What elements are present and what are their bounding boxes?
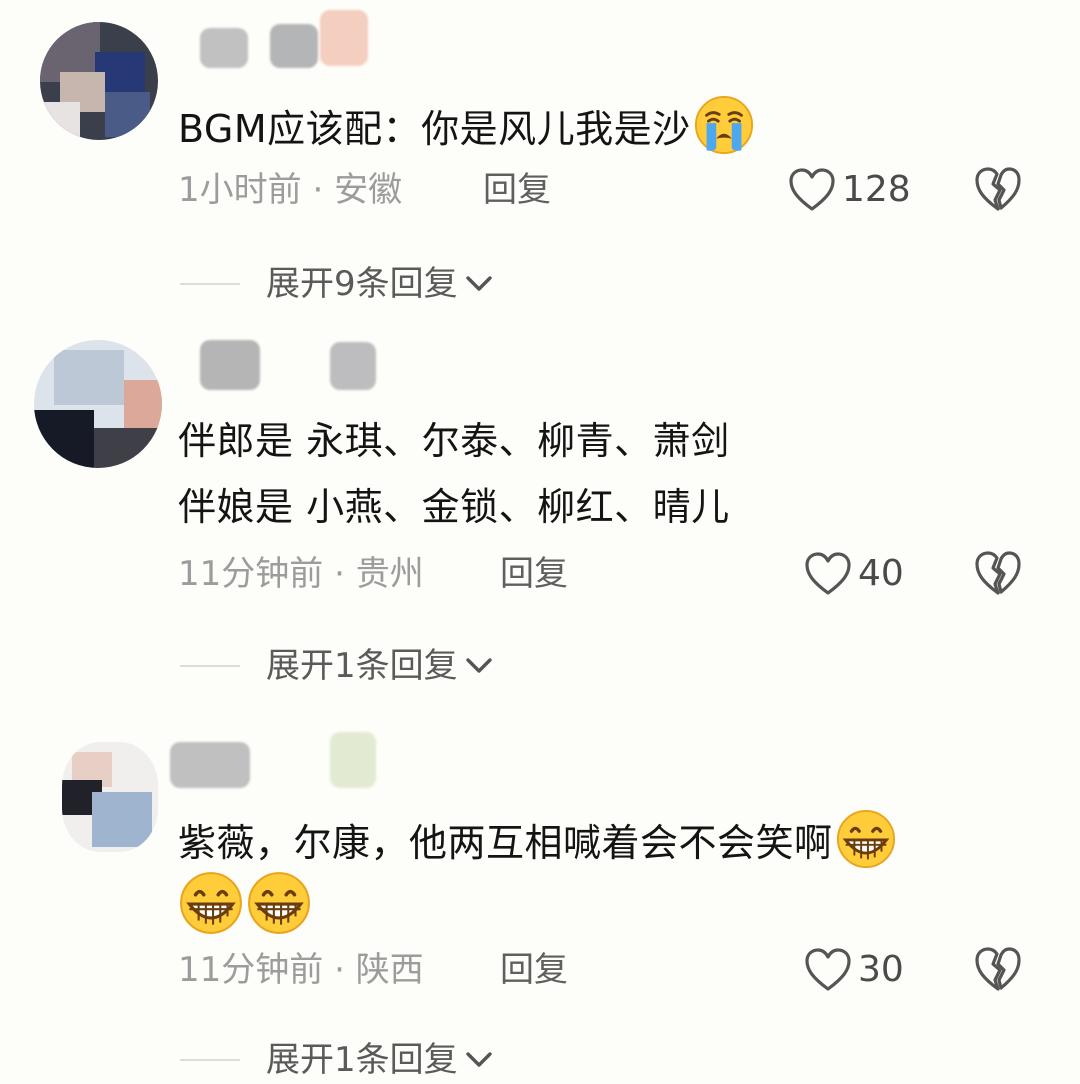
- comment-time: 1小时前: [178, 170, 302, 210]
- expand-replies-label: 展开1条回复: [266, 646, 458, 686]
- heart-outline-icon: [788, 168, 836, 212]
- divider-line: [180, 283, 240, 285]
- meta-separator: ·: [334, 950, 345, 990]
- comment-location: 安徽: [334, 170, 403, 210]
- grinning-face-emoji-icon: [835, 808, 897, 870]
- like-button[interactable]: 40: [804, 550, 904, 598]
- comment-text: 伴郎是 永琪、尔泰、柳青、萧剑: [178, 416, 730, 466]
- avatar[interactable]: [40, 22, 158, 140]
- chevron-down-icon: [464, 655, 494, 677]
- expand-replies-button[interactable]: 展开9条回复: [180, 260, 494, 308]
- broken-heart-icon[interactable]: [974, 550, 1022, 596]
- reply-button[interactable]: 回复: [500, 552, 568, 596]
- meta-separator: ·: [334, 554, 345, 594]
- chevron-down-icon: [464, 273, 494, 295]
- like-button[interactable]: 128: [788, 166, 911, 214]
- comment-text: 伴娘是 小燕、金锁、柳红、晴儿: [178, 482, 730, 532]
- divider-line: [180, 665, 240, 667]
- heart-outline-icon: [804, 552, 852, 596]
- expand-replies-label: 展开9条回复: [266, 264, 458, 304]
- comment-item-1: BGM应该配：你是风儿我是沙 1小时前 · 安徽 回复 128 展开9条回复: [0, 0, 1080, 320]
- broken-heart-icon[interactable]: [974, 946, 1022, 992]
- broken-heart-icon[interactable]: [974, 166, 1022, 212]
- comment-text-line: 伴娘是 小燕、金锁、柳红、晴儿: [178, 485, 730, 529]
- username[interactable]: [170, 732, 380, 792]
- grinning-face-emoji-icon: [246, 870, 312, 936]
- comment-item-2: 伴郎是 永琪、尔泰、柳青、萧剑 伴娘是 小燕、金锁、柳红、晴儿 11分钟前 · …: [0, 320, 1080, 710]
- emoji-row: [176, 870, 312, 936]
- crying-face-emoji-icon: [693, 94, 755, 156]
- expand-replies-label: 展开1条回复: [266, 1040, 458, 1080]
- comment-location: 贵州: [355, 554, 424, 594]
- avatar[interactable]: [62, 742, 158, 852]
- comment-item-3: 紫薇，尔康，他两互相喊着会不会笑啊 11分钟前 · 陕西 回复 30 展开1条回…: [0, 710, 1080, 1081]
- comment-time: 11分钟前: [178, 554, 324, 594]
- expand-replies-button[interactable]: 展开1条回复: [180, 1036, 494, 1084]
- comment-text: 紫薇，尔康，他两互相喊着会不会笑啊: [178, 808, 897, 870]
- like-count: 128: [842, 169, 911, 210]
- comment-text-line: 伴郎是 永琪、尔泰、柳青、萧剑: [178, 419, 730, 463]
- comment-text: BGM应该配：你是风儿我是沙: [178, 94, 755, 156]
- username[interactable]: [200, 10, 370, 70]
- reply-button[interactable]: 回复: [500, 948, 568, 992]
- meta-separator: ·: [312, 170, 324, 210]
- expand-replies-button[interactable]: 展开1条回复: [180, 642, 494, 690]
- comment-meta: 1小时前 · 安徽: [178, 168, 402, 212]
- username[interactable]: [200, 332, 380, 392]
- divider-line: [180, 1059, 240, 1061]
- like-count: 40: [858, 553, 904, 594]
- comment-meta: 11分钟前 · 陕西: [178, 948, 424, 992]
- grinning-face-emoji-icon: [178, 870, 244, 936]
- chevron-down-icon: [464, 1049, 494, 1071]
- comment-text-line: BGM应该配：你是风儿我是沙: [178, 107, 691, 151]
- comment-meta: 11分钟前 · 贵州: [178, 552, 424, 596]
- like-count: 30: [858, 949, 904, 990]
- reply-button[interactable]: 回复: [483, 168, 551, 212]
- heart-outline-icon: [804, 948, 852, 992]
- comment-text-line: 紫薇，尔康，他两互相喊着会不会笑啊: [178, 821, 833, 865]
- like-button[interactable]: 30: [804, 946, 904, 994]
- comment-location: 陕西: [355, 950, 424, 990]
- comment-time: 11分钟前: [178, 950, 324, 990]
- avatar[interactable]: [34, 340, 162, 468]
